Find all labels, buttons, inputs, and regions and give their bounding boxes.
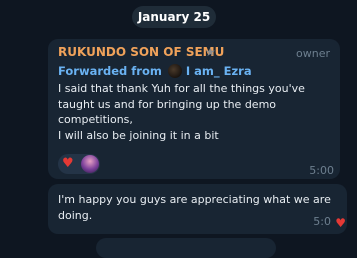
message-line: I said that thank Yuh for all the things… — [58, 82, 305, 95]
message-line: I will also be joining it in a bit — [58, 128, 219, 142]
message-bubble-partial[interactable] — [96, 238, 276, 258]
forwarded-label: Forwarded from — [58, 64, 162, 78]
reactor-avatar — [81, 155, 99, 173]
reaction-chip[interactable]: ♥ — [58, 154, 100, 174]
message-line: taught us and for bringing up the demo — [58, 97, 277, 111]
heart-icon[interactable]: ♥ — [335, 216, 346, 230]
message-line: doing. — [58, 208, 93, 222]
message-line: competitions, — [58, 113, 133, 126]
message-line: I'm happy you guys are appreciating what… — [58, 193, 331, 206]
date-separator-label: January 25 — [137, 10, 211, 24]
message-time: 5:0 — [313, 215, 331, 228]
date-separator: January 25 — [132, 6, 216, 28]
message-text: I said that thank Yuh for all the things… — [58, 81, 334, 143]
heart-icon: ♥ — [62, 156, 74, 171]
role-badge: owner — [296, 47, 330, 60]
sender-name[interactable]: RUKUNDO SON OF SEMU — [58, 45, 224, 59]
star-icon: ★ — [205, 45, 216, 59]
forwarded-header[interactable]: Forwarded from I am_ Ezra — [58, 64, 252, 78]
message-bubble[interactable]: RUKUNDO SON OF SEMU ★ owner Forwarded fr… — [48, 39, 340, 179]
forwarded-avatar — [167, 64, 182, 78]
message-bubble[interactable]: I'm happy you guys are appreciating what… — [48, 184, 347, 234]
message-time: 5:00 — [309, 164, 334, 177]
message-text: I'm happy you guys are appreciating what… — [58, 192, 338, 223]
forwarded-from-name[interactable]: I am_ Ezra — [186, 64, 252, 78]
